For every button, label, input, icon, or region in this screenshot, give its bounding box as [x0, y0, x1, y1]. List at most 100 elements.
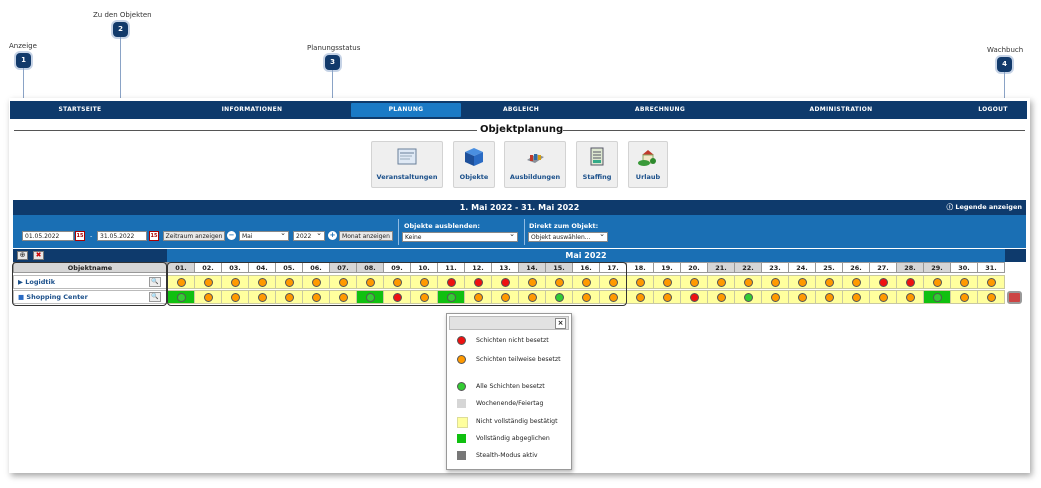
month-select[interactable]: Mai [239, 229, 289, 241]
day-cell[interactable] [707, 290, 735, 304]
day-cell[interactable] [626, 290, 654, 304]
legend-item-label: Wochenende/Feiertag [476, 400, 544, 407]
callout-badge-4: 4 [997, 57, 1012, 72]
wachbuch-button[interactable] [1007, 291, 1022, 304]
green-swatch-icon [457, 434, 466, 443]
filter-separator [524, 219, 525, 245]
day-cell[interactable] [896, 290, 924, 304]
tile-veranstaltungen[interactable]: Veranstaltungen [371, 141, 443, 188]
date-range-title: 1. Mai 2022 - 31. Mai 2022 [459, 203, 580, 212]
nav-startseite[interactable]: STARTSEITE [50, 101, 110, 119]
hide-objects-select[interactable]: Keine [402, 230, 518, 242]
range-header: 1. Mai 2022 - 31. Mai 2022 ⓘ Legende anz… [13, 200, 1026, 215]
nav-informationen[interactable]: INFORMATIONEN [212, 101, 292, 119]
day-header: 26. [842, 262, 870, 273]
info-icon: ⓘ [946, 203, 956, 211]
nav-abgleich[interactable]: ABGLEICH [491, 101, 551, 119]
tile-ausbildungen[interactable]: Ausbildungen [504, 141, 566, 188]
day-cell[interactable] [734, 275, 762, 289]
day-cell[interactable] [869, 275, 897, 289]
day-cell[interactable] [653, 275, 681, 289]
monat-anzeigen-button[interactable]: Monat anzeigen [339, 231, 393, 241]
date-to-input[interactable]: 31.05.2022 [97, 231, 147, 241]
day-cell[interactable] [680, 290, 708, 304]
staffing-icon [590, 147, 604, 166]
legend-item-label: Schichten teilweise besetzt [476, 356, 561, 363]
nav-administration[interactable]: ADMINISTRATION [800, 101, 882, 119]
day-header: 19. [653, 262, 681, 273]
day-cell[interactable] [977, 275, 1005, 289]
day-cell[interactable] [761, 290, 789, 304]
day-cell[interactable] [896, 275, 924, 289]
day-cell[interactable] [707, 275, 735, 289]
day-header: 20. [680, 262, 708, 273]
day-cell[interactable] [977, 290, 1005, 304]
day-cell[interactable] [626, 275, 654, 289]
tile-label: Ausbildungen [509, 173, 561, 181]
status-dot [906, 293, 915, 302]
day-cell[interactable] [761, 275, 789, 289]
highlight-status-days [167, 262, 627, 306]
day-cell[interactable] [680, 275, 708, 289]
day-cell[interactable] [842, 275, 870, 289]
day-cell[interactable] [923, 290, 951, 304]
day-cell[interactable] [815, 290, 843, 304]
day-cell[interactable] [788, 275, 816, 289]
day-cell[interactable] [923, 275, 951, 289]
day-cell[interactable] [653, 290, 681, 304]
tile-label: Staffing [582, 173, 612, 181]
legend-header: × [449, 316, 569, 330]
legend-toggle-link[interactable]: ⓘ Legende anzeigen [947, 200, 1022, 215]
holiday-icon [638, 150, 656, 166]
status-dot [933, 293, 942, 302]
add-icon[interactable]: ⊕ [17, 251, 28, 260]
nav-logout[interactable]: LOGOUT [970, 101, 1016, 119]
callout-badge-3: 3 [325, 55, 340, 70]
nav-planung[interactable]: PLANUNG [351, 103, 461, 117]
status-dot [825, 293, 834, 302]
zeitraum-anzeigen-button[interactable]: Zeitraum anzeigen [163, 231, 225, 241]
calendar-icon[interactable]: 15 [149, 231, 159, 241]
day-cell[interactable] [869, 290, 897, 304]
status-dot [636, 293, 645, 302]
day-cell[interactable] [734, 290, 762, 304]
direct-object-select[interactable]: Objekt auswählen... [528, 230, 608, 242]
tile-label: Objekte [459, 173, 489, 181]
status-dot [636, 278, 645, 287]
tile-staffing[interactable]: Staffing [576, 141, 618, 188]
legend-item-label: Stealth-Modus aktiv [476, 452, 538, 459]
legend-item-label: Alle Schichten besetzt [476, 383, 545, 390]
highlight-object-names [12, 262, 167, 306]
status-dot [825, 278, 834, 287]
prev-month-icon[interactable]: − [227, 231, 236, 240]
date-from-input[interactable]: 01.05.2022 [22, 231, 74, 241]
tile-urlaub[interactable]: Urlaub [628, 141, 668, 188]
callout-label-planungsstatus: Planungsstatus [307, 44, 361, 52]
tile-label: Veranstaltungen [376, 173, 438, 181]
legend-item-label: Schichten nicht besetzt [476, 337, 549, 344]
day-header: 23. [761, 262, 789, 273]
day-header: 29. [923, 262, 951, 273]
nav-abrechnung[interactable]: ABRECHNUNG [625, 101, 695, 119]
tile-objekte[interactable]: Objekte [453, 141, 495, 188]
callout-label-anzeige: Anzeige [9, 42, 37, 50]
title-rule-left [14, 130, 477, 131]
close-icon[interactable]: × [555, 318, 566, 329]
day-header: 18. [626, 262, 654, 273]
day-header: 22. [734, 262, 762, 273]
callout-label-wachbuch: Wachbuch [987, 46, 1024, 54]
filter-separator [398, 219, 399, 245]
day-cell[interactable] [950, 290, 978, 304]
day-cell[interactable] [950, 275, 978, 289]
calendar-icon[interactable]: 15 [75, 231, 85, 241]
day-cell[interactable] [842, 290, 870, 304]
close-icon[interactable]: ✖ [33, 251, 44, 260]
year-select[interactable]: 2022 [293, 229, 325, 241]
status-dot [933, 278, 942, 287]
day-header: 31. [977, 262, 1005, 273]
status-dot [879, 293, 888, 302]
status-dot [744, 293, 753, 302]
day-cell[interactable] [815, 275, 843, 289]
next-month-icon[interactable]: + [328, 231, 337, 240]
day-cell[interactable] [788, 290, 816, 304]
